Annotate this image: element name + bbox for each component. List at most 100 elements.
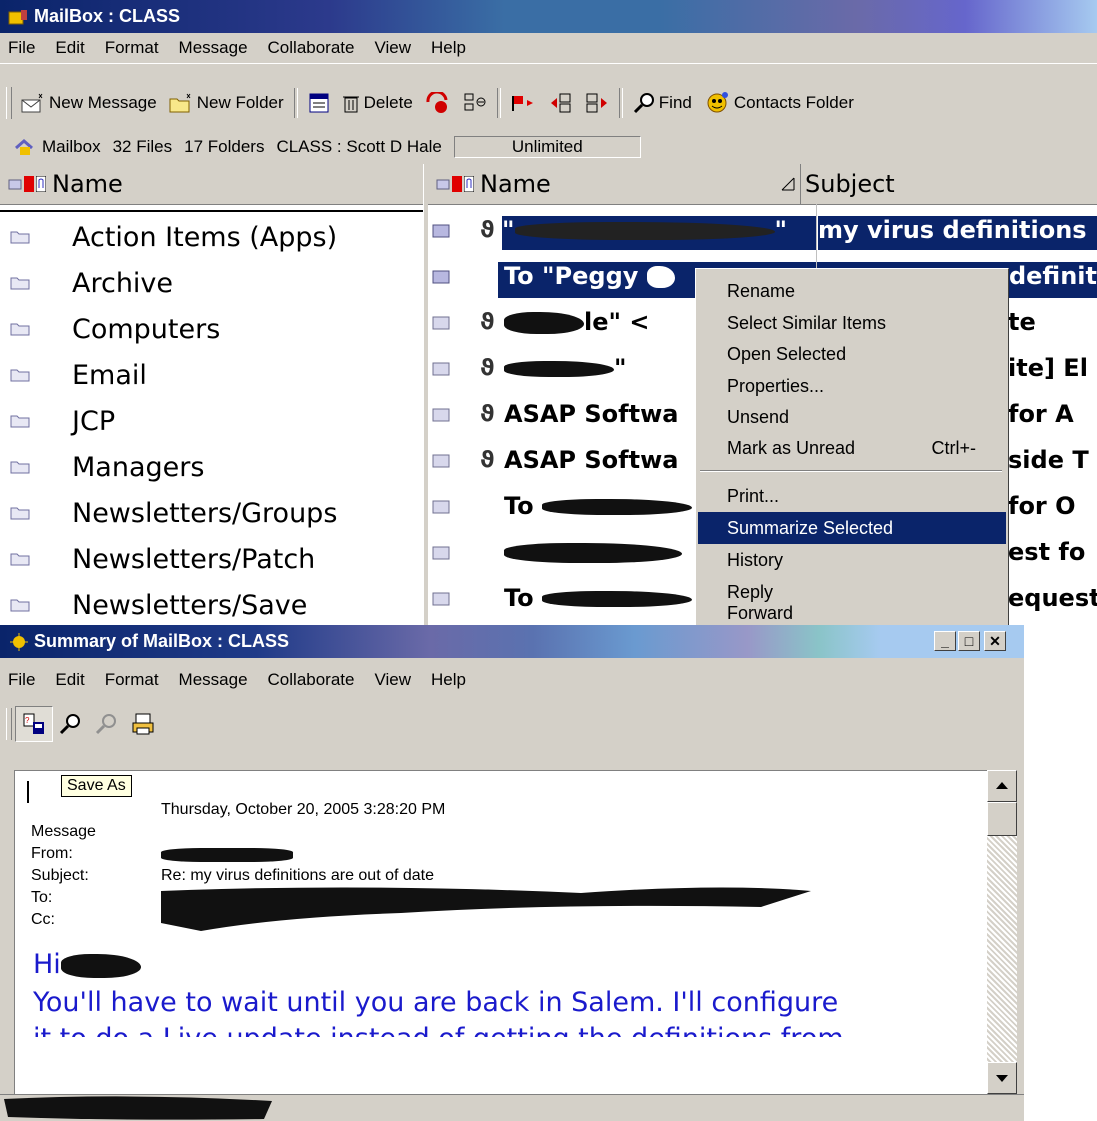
menu-item-history[interactable]: History [698, 544, 1006, 576]
folder-row[interactable]: Managers [0, 444, 204, 490]
folder-row[interactable]: Email [0, 352, 147, 398]
message-subject: my virus definitions [818, 216, 1097, 250]
message-sender: ASAP Softwa [504, 400, 679, 428]
new-message-button[interactable]: New Message [15, 87, 163, 119]
envelope-column-icon[interactable] [8, 178, 22, 190]
folder-row[interactable]: Newsletters/Save [0, 582, 307, 625]
summary-title-bar[interactable]: Summary of MailBox : CLASS _ □ ✕ [0, 625, 1024, 658]
menu-view[interactable]: View [364, 670, 421, 690]
toolbar-separator [293, 88, 298, 118]
menu-message[interactable]: Message [169, 38, 258, 58]
folder-label: Action Items (Apps) [72, 221, 338, 253]
menu-item-unsend[interactable]: Unsend [698, 401, 1006, 433]
flag-button[interactable] [505, 87, 543, 119]
folder-row[interactable]: Action Items (Apps) [0, 214, 337, 260]
menu-item-print[interactable]: Print... [698, 480, 1006, 512]
folder-row[interactable]: Newsletters/Patch [0, 536, 315, 582]
menu-item-summarize-selected[interactable]: Summarize Selected [698, 512, 1006, 544]
new-folder-icon [169, 93, 191, 113]
menu-edit[interactable]: Edit [45, 38, 94, 58]
previous-button[interactable] [543, 87, 579, 119]
contacts-folder-button[interactable]: Contacts Folder [698, 87, 860, 119]
mark-unread-shortcut: Ctrl+- [931, 438, 977, 458]
from-label: From: [31, 845, 73, 862]
cc-label: Cc: [31, 911, 55, 928]
menu-collaborate[interactable]: Collaborate [258, 670, 365, 690]
maximize-button[interactable]: □ [958, 631, 980, 651]
message-sender: le" < [504, 308, 649, 336]
menu-file[interactable]: File [0, 670, 45, 690]
subject-column-header[interactable]: Subject [800, 164, 895, 204]
vertical-scrollbar[interactable] [987, 770, 1017, 1094]
summary-document[interactable]: Save As Thursday, October 20, 2005 3:28:… [14, 770, 988, 1095]
attachment-column-icon[interactable] [464, 176, 474, 192]
folder-row[interactable]: JCP [0, 398, 115, 444]
magnifier-icon [59, 714, 80, 735]
menu-format[interactable]: Format [95, 670, 169, 690]
name-column-header[interactable]: Name [480, 170, 780, 198]
find-button[interactable] [53, 708, 89, 740]
print-button[interactable] [125, 708, 161, 740]
folder-row[interactable]: Archive [0, 260, 173, 306]
scroll-thumb[interactable] [987, 802, 1017, 836]
menu-help[interactable]: Help [421, 38, 476, 58]
folder-icon [10, 599, 30, 612]
folder-label: Newsletters/Save [72, 589, 308, 621]
next-button[interactable] [579, 87, 615, 119]
menu-file[interactable]: File [0, 38, 45, 58]
folder-icon [10, 507, 30, 520]
menu-item-properties[interactable]: Properties... [698, 370, 1006, 402]
body-line: You'll have to wait until you are back i… [33, 987, 839, 1018]
menu-item-select-similar[interactable]: Select Similar Items [698, 307, 1006, 339]
menu-item-mark-unread[interactable]: Mark as Unread Ctrl+- [698, 432, 1006, 464]
print-list-button[interactable] [302, 87, 336, 119]
folder-row[interactable]: Newsletters/Groups [0, 490, 337, 536]
flag-column-icon[interactable] [452, 176, 462, 192]
menu-item-open-selected[interactable]: Open Selected [698, 338, 1006, 370]
printer-icon [132, 713, 154, 735]
menu-item-rename[interactable]: Rename [698, 275, 1006, 307]
attachment-column-icon[interactable] [36, 176, 46, 192]
message-sender: ASAP Softwa [504, 446, 679, 474]
folder-icon [10, 231, 30, 244]
folder-row[interactable]: Computers [0, 306, 220, 352]
save-as-button[interactable]: ? [15, 706, 53, 742]
sort-icon[interactable] [780, 176, 796, 192]
delete-button[interactable]: Delete [336, 87, 419, 119]
envelope-icon [432, 592, 450, 606]
find-label: Find [658, 93, 692, 112]
close-button[interactable]: ✕ [984, 631, 1006, 651]
envelope-column-icon[interactable] [436, 178, 450, 190]
folder-name-column[interactable]: Name [52, 170, 123, 198]
flag-column-icon[interactable] [24, 176, 34, 192]
menu-format[interactable]: Format [95, 38, 169, 58]
redaction-scribble [504, 543, 682, 563]
main-toolbar: New Message New Folder Delete Find Conta… [0, 70, 1097, 136]
scroll-up-button[interactable] [987, 770, 1017, 802]
folder-icon [10, 323, 30, 336]
menu-edit[interactable]: Edit [45, 670, 94, 690]
arrow-down-icon [996, 1075, 1008, 1082]
menu-help[interactable]: Help [421, 670, 476, 690]
status-files: 32 Files [112, 137, 173, 156]
toolbar-grip[interactable] [6, 708, 12, 740]
minimize-button[interactable]: _ [934, 631, 956, 651]
new-folder-button[interactable]: New Folder [163, 87, 290, 119]
scroll-down-button[interactable] [987, 1062, 1017, 1094]
undelete-button[interactable] [419, 87, 457, 119]
envelope-icon [432, 270, 450, 284]
menu-collaborate[interactable]: Collaborate [258, 38, 365, 58]
folder-label: Newsletters/Patch [72, 543, 316, 575]
mailbox-app-icon [8, 9, 27, 24]
attachment-icon: ϑ [480, 448, 495, 473]
svg-text:?: ? [25, 716, 30, 725]
collapse-button[interactable] [457, 87, 493, 119]
menu-message[interactable]: Message [169, 670, 258, 690]
find-button[interactable]: Find [627, 87, 698, 119]
find-next-button[interactable] [89, 708, 125, 740]
menu-item-forward[interactable]: Forward [698, 603, 1006, 623]
main-title-bar[interactable]: MailBox : CLASS [0, 0, 1097, 33]
menu-view[interactable]: View [364, 38, 421, 58]
toolbar-grip[interactable] [6, 87, 12, 119]
message-row[interactable]: ϑ " " my virus definitions [428, 210, 1097, 256]
